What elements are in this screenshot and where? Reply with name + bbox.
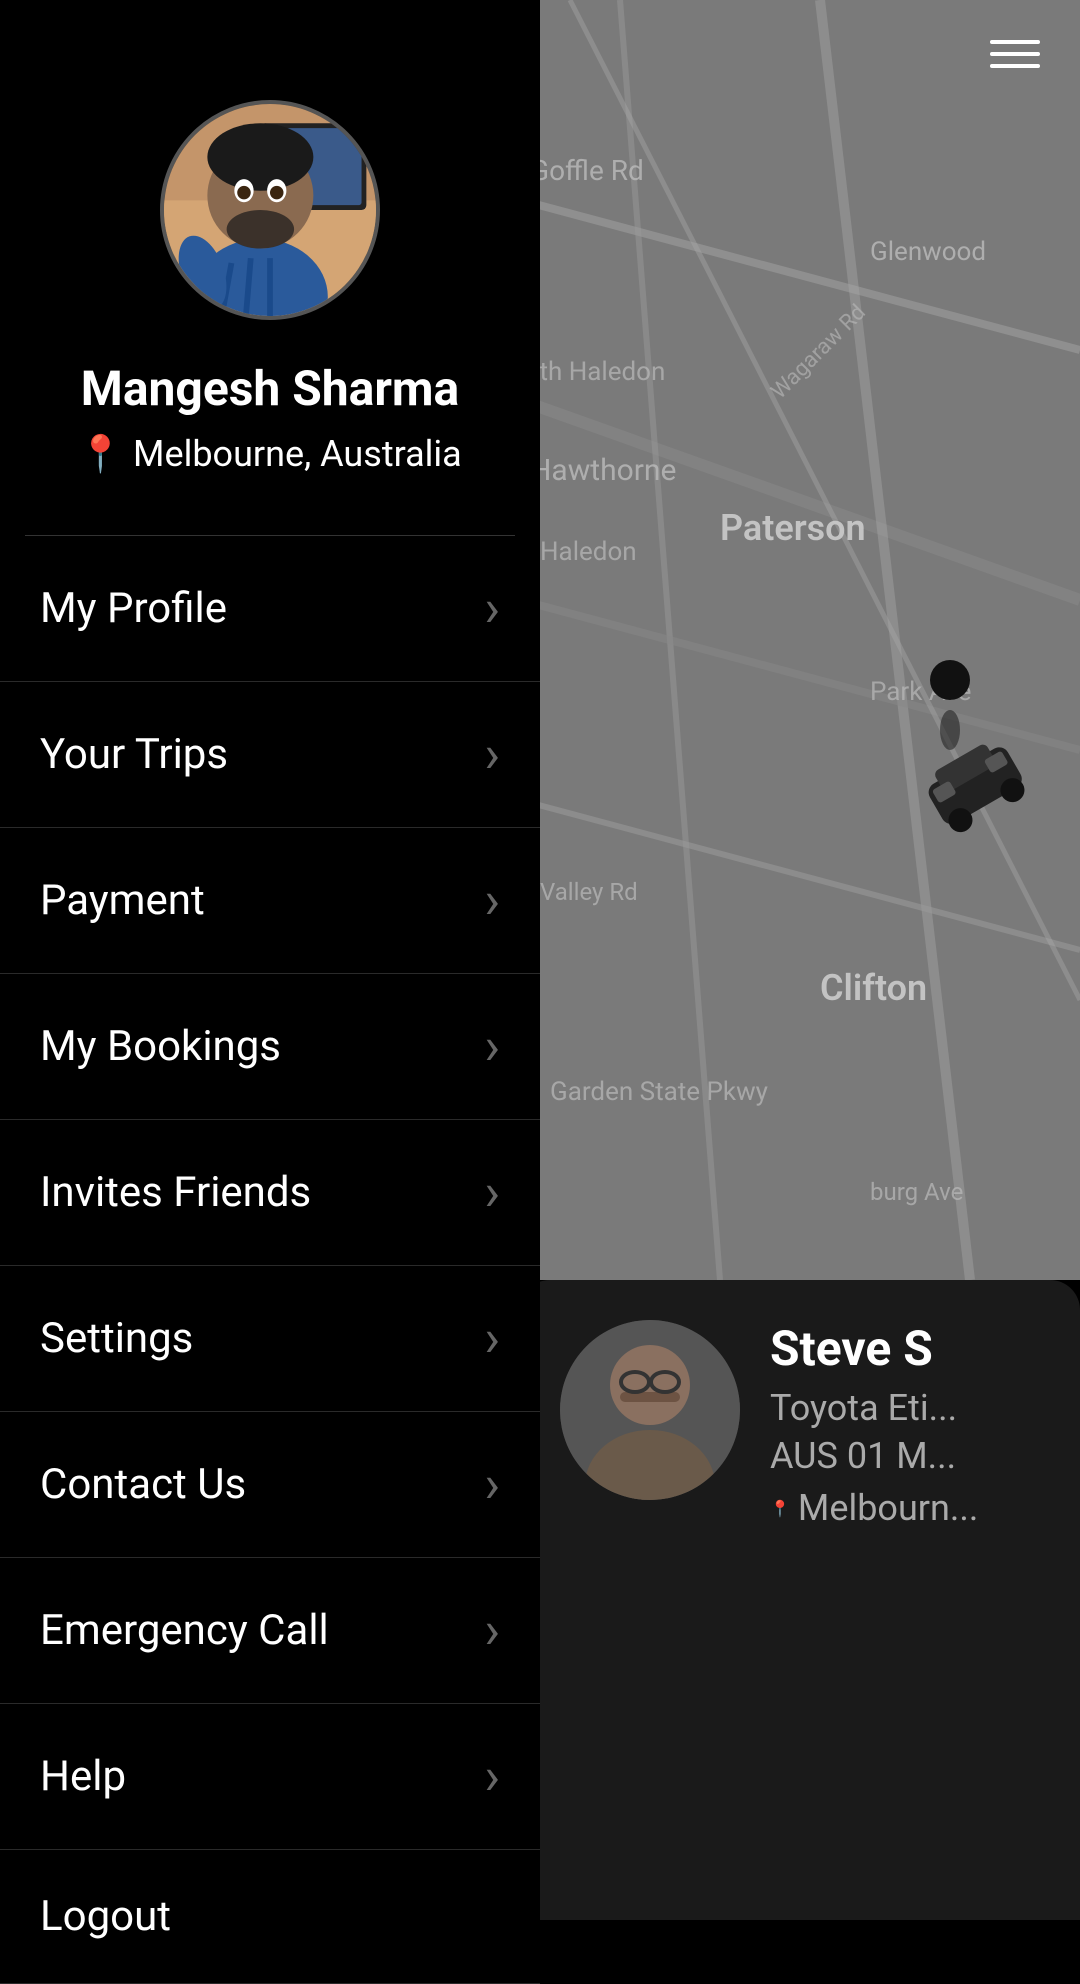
menu-item-label-help: Help xyxy=(40,1752,126,1801)
menu-item-label-invites-friends: Invites Friends xyxy=(40,1168,311,1217)
menu-item-your-trips[interactable]: Your Trips › xyxy=(0,682,540,828)
chevron-right-icon: › xyxy=(484,1162,500,1223)
hamburger-line-3 xyxy=(990,64,1040,68)
menu-item-payment[interactable]: Payment › xyxy=(0,828,540,974)
user-name: Mangesh Sharma xyxy=(81,360,459,417)
sidebar: Mangesh Sharma 📍 Melbourne, Australia My… xyxy=(0,0,540,1920)
location-pin-icon: 📍 xyxy=(770,1499,790,1518)
menu-item-settings[interactable]: Settings › xyxy=(0,1266,540,1412)
location-marker-icon: 📍 xyxy=(78,433,123,475)
driver-avatar xyxy=(560,1320,740,1500)
menu-item-my-profile[interactable]: My Profile › xyxy=(0,536,540,682)
driver-info: Steve S Toyota Eti... AUS 01 M... 📍 Melb… xyxy=(770,1320,1040,1529)
chevron-right-icon: › xyxy=(484,1454,500,1515)
map-area: Goffle Rd Glenwood Hawthorne rth Haledon… xyxy=(520,0,1080,1280)
svg-text:Hawthorne: Hawthorne xyxy=(530,453,676,488)
menu-item-label-logout: Logout xyxy=(40,1892,171,1941)
driver-car: Toyota Eti... xyxy=(770,1387,1040,1429)
menu-item-label-payment: Payment xyxy=(40,876,205,925)
driver-location-row: 📍 Melbourn... xyxy=(770,1487,1040,1529)
menu-item-my-bookings[interactable]: My Bookings › xyxy=(0,974,540,1120)
menu-item-contact-us[interactable]: Contact Us › xyxy=(0,1412,540,1558)
driver-card: Steve S Toyota Eti... AUS 01 M... 📍 Melb… xyxy=(520,1280,1080,1920)
menu-item-label-my-profile: My Profile xyxy=(40,584,227,633)
menu-item-label-my-bookings: My Bookings xyxy=(40,1022,281,1071)
chevron-right-icon: › xyxy=(484,1746,500,1807)
hamburger-line-2 xyxy=(990,52,1040,56)
svg-text:Glenwood: Glenwood xyxy=(870,237,986,267)
chevron-right-icon: › xyxy=(484,1308,500,1369)
menu-item-invites-friends[interactable]: Invites Friends › xyxy=(0,1120,540,1266)
svg-text:Goffle Rd: Goffle Rd xyxy=(530,154,644,187)
menu-item-label-emergency-call: Emergency Call xyxy=(40,1606,329,1655)
svg-text:Clifton: Clifton xyxy=(820,967,927,1009)
chevron-right-icon: › xyxy=(484,1016,500,1077)
chevron-right-icon: › xyxy=(484,1600,500,1661)
chevron-right-icon: › xyxy=(484,724,500,785)
chevron-right-icon: › xyxy=(484,578,500,639)
svg-text:Paterson: Paterson xyxy=(720,507,866,549)
svg-text:burg Ave: burg Ave xyxy=(870,1178,963,1206)
menu-list: My Profile›Your Trips›Payment›My Booking… xyxy=(0,536,540,1984)
menu-item-label-settings: Settings xyxy=(40,1314,193,1363)
location-text: Melbourne, Australia xyxy=(133,433,462,475)
user-location: 📍 Melbourne, Australia xyxy=(78,433,462,475)
driver-plate: AUS 01 M... xyxy=(770,1435,1040,1477)
svg-text:Valley Rd: Valley Rd xyxy=(540,878,638,906)
avatar[interactable] xyxy=(160,100,380,320)
driver-name: Steve S xyxy=(770,1320,1040,1377)
chevron-right-icon: › xyxy=(484,870,500,931)
menu-item-label-contact-us: Contact Us xyxy=(40,1460,246,1509)
menu-item-logout[interactable]: Logout xyxy=(0,1850,540,1984)
menu-item-label-your-trips: Your Trips xyxy=(40,730,228,779)
svg-text:Haledon: Haledon xyxy=(540,537,637,567)
menu-item-emergency-call[interactable]: Emergency Call › xyxy=(0,1558,540,1704)
hamburger-button[interactable] xyxy=(980,30,1050,78)
hamburger-line-1 xyxy=(990,40,1040,44)
svg-text:rth Haledon: rth Haledon xyxy=(530,357,665,387)
profile-section: Mangesh Sharma 📍 Melbourne, Australia xyxy=(0,0,540,535)
menu-item-help[interactable]: Help › xyxy=(0,1704,540,1850)
driver-location: Melbourn... xyxy=(798,1487,978,1529)
svg-text:Garden State Pkwy: Garden State Pkwy xyxy=(550,1077,768,1107)
